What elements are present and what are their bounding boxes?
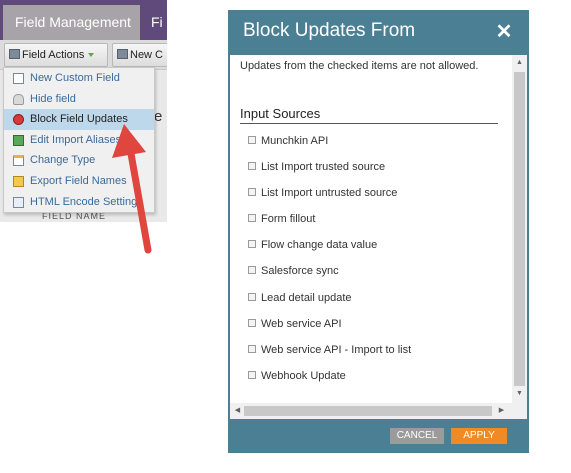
menu-item-label: Edit Import Aliases xyxy=(30,133,122,146)
change-type-icon xyxy=(13,155,24,167)
option-label: List Import untrusted source xyxy=(261,187,398,199)
option-list-import-untrusted[interactable]: List Import untrusted source xyxy=(248,186,397,200)
chevron-down-icon xyxy=(88,53,95,57)
option-form-fillout[interactable]: Form fillout xyxy=(248,212,315,226)
field-actions-icon xyxy=(9,49,20,59)
checkbox[interactable] xyxy=(248,188,256,196)
dialog-description: Updates from the checked items are not a… xyxy=(240,60,479,72)
screenshot-stage: Field Management Fi Field Actions New C … xyxy=(0,0,571,473)
dialog-title: Block Updates From xyxy=(243,20,416,41)
new-icon xyxy=(117,49,128,59)
tab-bar: Field Management Fi xyxy=(0,0,167,40)
checkbox[interactable] xyxy=(248,319,256,327)
new-document-icon xyxy=(13,73,24,84)
menu-item-label: Hide field xyxy=(30,92,76,105)
option-label: Web service API - Import to list xyxy=(261,344,412,356)
field-actions-button[interactable]: Field Actions xyxy=(4,43,108,67)
option-lead-detail-update[interactable]: Lead detail update xyxy=(248,291,352,305)
block-icon xyxy=(13,114,24,126)
option-label: List Import trusted source xyxy=(261,161,386,173)
toolbar: Field Actions New C xyxy=(0,40,167,70)
menu-item-label: New Custom Field xyxy=(30,72,120,84)
hide-icon xyxy=(13,93,24,105)
annotation-arrow-icon xyxy=(112,124,152,254)
vertical-scrollbar[interactable]: ▲ ▼ xyxy=(512,55,527,403)
export-icon xyxy=(13,175,24,187)
checkbox[interactable] xyxy=(248,266,256,274)
option-munchkin-api[interactable]: Munchkin API xyxy=(248,134,328,148)
close-icon[interactable]: ✕ xyxy=(494,22,514,42)
option-label: Webhook Update xyxy=(261,370,346,382)
scrollbar-corner xyxy=(512,403,527,419)
menu-item-new-custom-field[interactable]: New Custom Field xyxy=(4,68,154,89)
scroll-left-icon[interactable]: ◀ xyxy=(232,406,243,416)
checkbox[interactable] xyxy=(248,345,256,353)
horizontal-scroll-thumb[interactable] xyxy=(244,406,492,416)
option-salesforce-sync[interactable]: Salesforce sync xyxy=(248,264,339,278)
vertical-scroll-thumb[interactable] xyxy=(514,72,525,386)
checkbox[interactable] xyxy=(248,240,256,248)
html-encode-icon xyxy=(13,196,24,208)
option-list-import-trusted[interactable]: List Import trusted source xyxy=(248,160,385,174)
block-updates-dialog: Block Updates From ✕ Updates from the ch… xyxy=(228,10,529,453)
tab-field-management[interactable]: Field Management xyxy=(3,5,140,40)
apply-button[interactable]: APPLY xyxy=(451,428,507,444)
checkbox[interactable] xyxy=(248,293,256,301)
dialog-body: Updates from the checked items are not a… xyxy=(230,55,527,419)
checkbox[interactable] xyxy=(248,214,256,222)
menu-item-label: Change Type xyxy=(30,154,96,167)
horizontal-scrollbar[interactable]: ◀ ▶ xyxy=(230,403,512,419)
new-button[interactable]: New C xyxy=(112,43,167,67)
option-label: Flow change data value xyxy=(261,239,378,251)
option-label: Salesforce sync xyxy=(261,265,339,277)
section-title-input-sources: Input Sources xyxy=(240,106,498,124)
option-web-service-api[interactable]: Web service API xyxy=(248,317,342,331)
checkbox[interactable] xyxy=(248,136,256,144)
scroll-up-icon[interactable]: ▲ xyxy=(514,58,525,68)
option-label: Form fillout xyxy=(261,213,316,225)
option-webhook-update[interactable]: Webhook Update xyxy=(248,369,346,383)
scroll-right-icon[interactable]: ▶ xyxy=(496,406,507,416)
option-label: Lead detail update xyxy=(261,292,352,304)
new-button-label: New C xyxy=(130,49,164,61)
dialog-content: Updates from the checked items are not a… xyxy=(230,55,512,403)
tab-next-partial[interactable]: Fi xyxy=(151,5,163,40)
option-web-service-api-import[interactable]: Web service API - Import to list xyxy=(248,343,411,357)
menu-item-hide-field[interactable]: Hide field xyxy=(4,89,154,110)
scroll-down-icon[interactable]: ▼ xyxy=(514,389,525,399)
edit-icon xyxy=(13,134,24,146)
option-flow-change-data-value[interactable]: Flow change data value xyxy=(248,238,377,252)
checkbox[interactable] xyxy=(248,162,256,170)
checkbox[interactable] xyxy=(248,371,256,379)
option-label: Web service API xyxy=(261,318,342,330)
option-label: Munchkin API xyxy=(261,135,329,147)
field-actions-label: Field Actions xyxy=(22,49,85,61)
cancel-button[interactable]: CANCEL xyxy=(390,428,444,444)
